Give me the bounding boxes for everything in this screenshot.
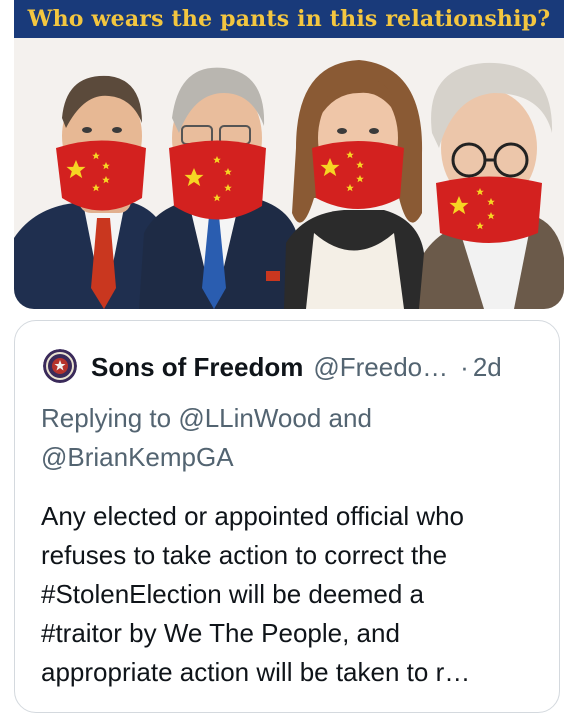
quoted-tweet-card[interactable]: Sons of Freedom @Freedo… · 2d Replying t… <box>14 320 560 713</box>
tweet-line: #StolenElection will be deemed a <box>41 579 425 609</box>
replying-to: Replying to @LLinWood and @BrianKempGA <box>41 399 541 477</box>
tweet-header: Sons of Freedom @Freedo… · 2d <box>91 347 537 387</box>
tweet-line: Any elected or appointed official who <box>41 501 465 531</box>
banner-title: Who wears the pants in this relationship… <box>27 6 551 32</box>
portrait-3 <box>284 60 424 309</box>
replying-and: and <box>321 403 372 433</box>
reply-mention-briankempga[interactable]: @BrianKempGA <box>41 442 234 472</box>
reply-mention-llinwood[interactable]: @LLinWood <box>178 403 321 433</box>
tweet-image[interactable]: Who wears the pants in this relationship… <box>14 0 564 309</box>
display-name[interactable]: Sons of Freedom <box>91 352 303 383</box>
portraits-illustration <box>14 38 564 309</box>
separator-dot: · <box>460 351 469 382</box>
timestamp[interactable]: 2d <box>473 352 502 383</box>
tweet-line: appropriate action will be taken to r… <box>41 657 471 687</box>
tweet-line: refuses to take action to correct the <box>41 540 448 570</box>
image-banner: Who wears the pants in this relationship… <box>14 0 564 38</box>
user-handle[interactable]: @Freedo… <box>313 352 448 383</box>
tweet-line: #traitor by We The People, and <box>41 618 400 648</box>
replying-prefix: Replying to <box>41 403 179 433</box>
sons-of-freedom-seal-icon[interactable] <box>43 349 77 383</box>
tweet-body: Any elected or appointed official who re… <box>41 497 546 692</box>
